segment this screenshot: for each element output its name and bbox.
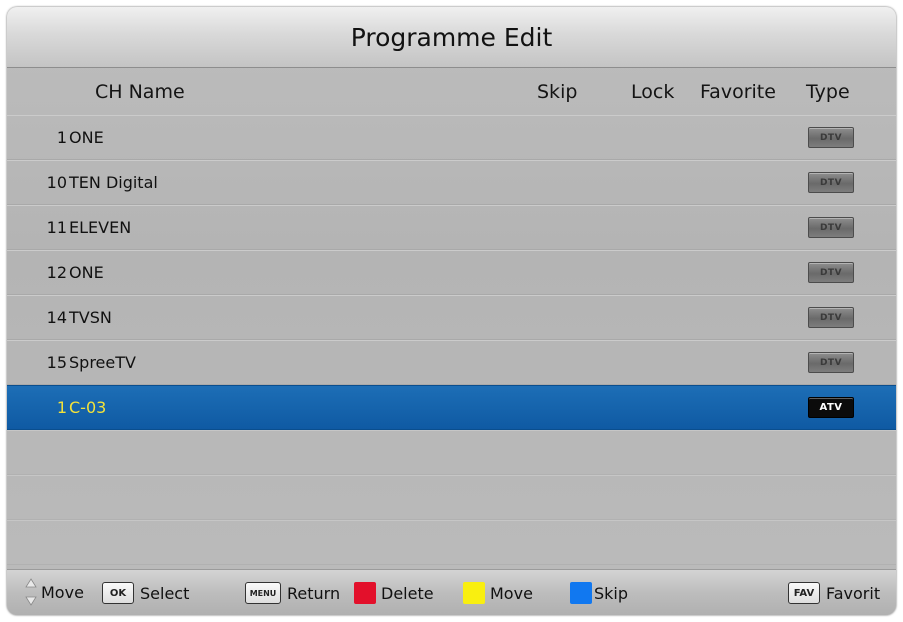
channel-row-selected[interactable]: 1 C-03 ATV (7, 385, 896, 430)
hint-delete[interactable]: Delete (354, 582, 434, 604)
column-type: Type (806, 81, 850, 103)
column-skip: Skip (537, 81, 578, 103)
channel-row[interactable]: 10 TEN Digital DTV (7, 160, 896, 205)
channel-number: 14 (46, 308, 67, 327)
up-down-arrows-icon (25, 578, 37, 606)
channel-name: C-03 (69, 398, 107, 417)
empty-row (7, 430, 896, 475)
hint-return[interactable]: MENU Return (245, 582, 340, 604)
channel-name: TEN Digital (69, 173, 158, 192)
type-badge-dtv: DTV (808, 127, 854, 148)
menu-key-icon: MENU (245, 582, 281, 604)
blue-key-icon (570, 582, 592, 604)
channel-row[interactable]: 14 TVSN DTV (7, 295, 896, 340)
hint-skip-label: Skip (594, 583, 629, 603)
column-favorite: Favorite (700, 81, 776, 103)
hint-select[interactable]: OK Select (102, 582, 189, 604)
channel-number: 15 (46, 353, 67, 372)
hint-move-label: Move (41, 582, 84, 602)
type-badge-dtv: DTV (808, 352, 854, 373)
yellow-key-icon (463, 582, 485, 604)
channel-number: 11 (46, 218, 67, 237)
empty-row (7, 475, 896, 520)
hint-skip[interactable]: Skip (570, 582, 628, 604)
type-badge-atv: ATV (808, 397, 854, 418)
hint-yellow-move[interactable]: Move (463, 582, 533, 604)
channel-number: 10 (46, 173, 67, 192)
channel-number: 1 (56, 128, 67, 147)
hint-delete-label: Delete (381, 583, 434, 603)
channel-name: ONE (69, 128, 104, 147)
fav-key-icon: FAV (788, 582, 820, 604)
channel-number: 1 (56, 398, 67, 417)
hint-favorite-label: Favorit (826, 583, 881, 603)
channel-name: TVSN (69, 308, 112, 327)
hint-yellow-move-label: Move (490, 583, 533, 603)
channel-name: ONE (69, 263, 104, 282)
channel-row[interactable]: 15 SpreeTV DTV (7, 340, 896, 385)
channel-name: ELEVEN (69, 218, 132, 237)
column-header: CH Name Skip Lock Favorite Type (7, 69, 896, 115)
red-key-icon (354, 582, 376, 604)
channel-row[interactable]: 12 ONE DTV (7, 250, 896, 295)
type-badge-dtv: DTV (808, 172, 854, 193)
channel-name: SpreeTV (69, 353, 136, 372)
type-badge-dtv: DTV (808, 307, 854, 328)
column-ch-name: CH Name (95, 81, 185, 103)
channel-list: 1 ONE DTV 10 TEN Digital DTV 11 ELEVEN D… (7, 115, 896, 565)
page-title: Programme Edit (7, 7, 896, 68)
hint-return-label: Return (287, 583, 341, 603)
hint-select-label: Select (140, 583, 190, 603)
channel-row[interactable]: 1 ONE DTV (7, 115, 896, 160)
type-badge-dtv: DTV (808, 217, 854, 238)
hint-move[interactable]: Move (25, 578, 84, 606)
empty-row (7, 520, 896, 565)
footer-hint-bar: Move OK Select MENU Return Delete Move S… (7, 569, 896, 615)
programme-edit-panel: Programme Edit CH Name Skip Lock Favorit… (7, 7, 896, 615)
channel-number: 12 (46, 263, 67, 282)
hint-favorite[interactable]: FAV Favorit (788, 582, 880, 604)
column-lock: Lock (631, 81, 675, 103)
type-badge-dtv: DTV (808, 262, 854, 283)
channel-row[interactable]: 11 ELEVEN DTV (7, 205, 896, 250)
ok-key-icon: OK (102, 582, 134, 604)
